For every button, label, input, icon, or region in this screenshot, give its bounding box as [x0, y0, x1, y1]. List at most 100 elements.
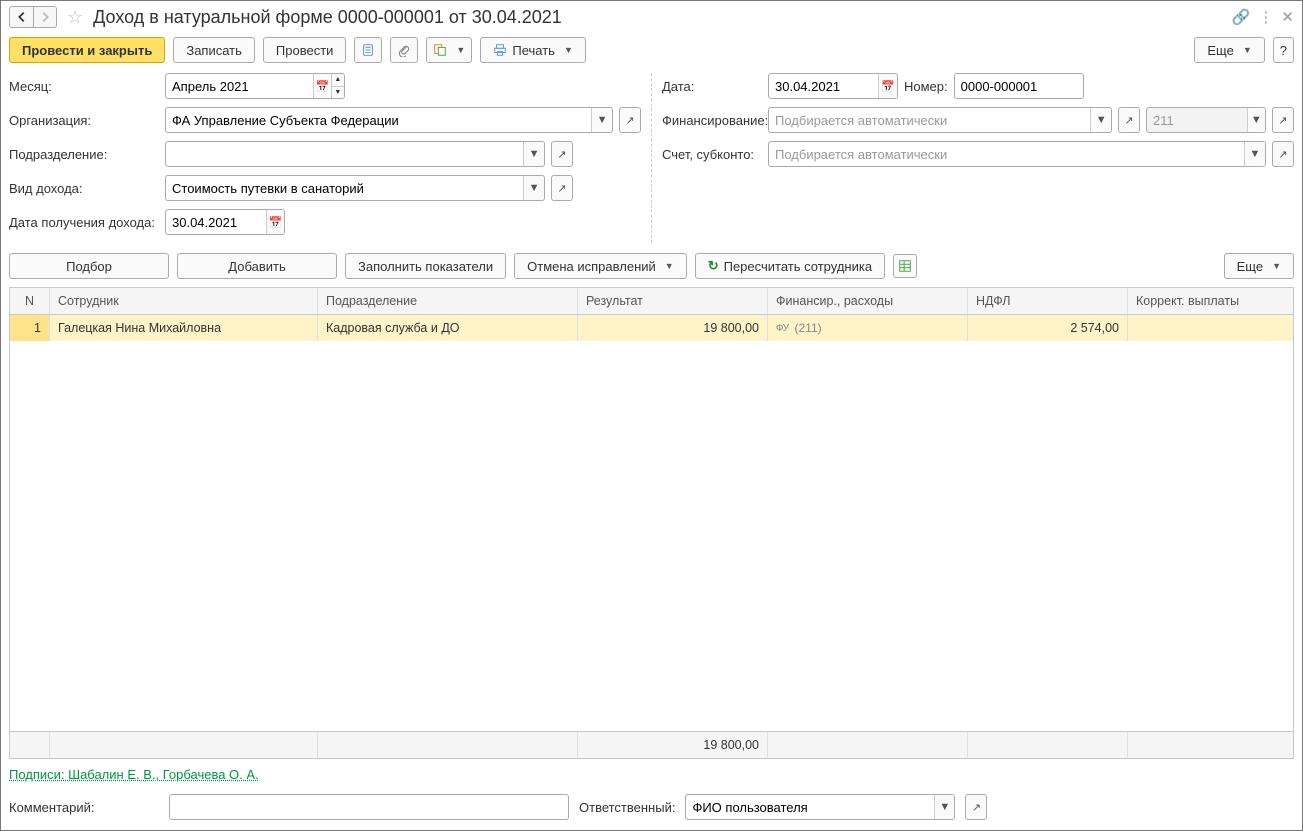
create-based-on-button[interactable]: ▼: [426, 37, 472, 63]
favorite-star-icon[interactable]: ☆: [67, 7, 83, 28]
arrow-right-icon: [38, 10, 52, 24]
print-button[interactable]: Печать ▼: [480, 37, 586, 63]
chevron-down-icon: ▼: [456, 45, 465, 55]
dropdown-button[interactable]: ▼: [1244, 142, 1265, 166]
chevron-down-icon: ▼: [564, 45, 573, 55]
cell-tax[interactable]: 2 574,00: [968, 315, 1128, 341]
cancel-corrections-button[interactable]: Отмена исправлений ▼: [514, 253, 687, 279]
employee-grid[interactable]: N Сотрудник Подразделение Результат Фина…: [9, 287, 1294, 759]
org-input[interactable]: [166, 108, 591, 132]
dropdown-button: ▼: [1247, 108, 1265, 132]
open-ref-button[interactable]: ↗: [1272, 141, 1294, 167]
cell-fin-code: (211): [795, 321, 822, 335]
chevron-down-icon: ▼: [1243, 45, 1252, 55]
table-settings-button[interactable]: [893, 254, 917, 278]
paperclip-icon: [397, 43, 411, 57]
dropdown-button[interactable]: ▼: [934, 795, 954, 819]
month-down-button[interactable]: ▼: [332, 87, 344, 99]
dept-input[interactable]: [166, 142, 523, 166]
table-row[interactable]: 1 Галецкая Нина Михайловна Кадровая служ…: [10, 315, 1293, 341]
nav-back-button[interactable]: [9, 6, 33, 28]
more-button[interactable]: Еще ▼: [1194, 37, 1264, 63]
income-type-input[interactable]: [166, 176, 523, 200]
income-type-label: Вид дохода:: [9, 181, 159, 196]
col-header-n[interactable]: N: [10, 288, 50, 314]
cancel-corrections-label: Отмена исправлений: [527, 259, 656, 274]
cell-fin-tag: ФУ: [776, 323, 789, 334]
financing-input[interactable]: [769, 108, 1090, 132]
more-button-label: Еще: [1207, 43, 1233, 58]
responsible-input[interactable]: [686, 795, 934, 819]
account-input[interactable]: [769, 142, 1244, 166]
open-ref-button[interactable]: ↗: [551, 141, 573, 167]
arrow-left-icon: [15, 10, 29, 24]
comment-input[interactable]: [170, 795, 568, 819]
dept-label: Подразделение:: [9, 147, 159, 162]
dropdown-button[interactable]: ▼: [523, 142, 544, 166]
link-icon[interactable]: 🔗: [1232, 8, 1251, 26]
calendar-icon[interactable]: 📅: [878, 74, 897, 98]
month-input[interactable]: [166, 74, 313, 98]
date-label: Дата:: [662, 79, 762, 94]
responsible-label: Ответственный:: [579, 800, 675, 815]
chevron-down-icon: ▼: [1272, 261, 1281, 271]
financing-code-input: [1147, 108, 1247, 132]
post-and-close-button[interactable]: Провести и закрыть: [9, 37, 165, 63]
col-header-dep[interactable]: Подразделение: [318, 288, 578, 314]
post-button[interactable]: Провести: [263, 37, 347, 63]
nav-forward-button[interactable]: [33, 6, 57, 28]
report-button[interactable]: [354, 37, 382, 63]
number-label: Номер:: [904, 79, 948, 94]
account-label: Счет, субконто:: [662, 147, 762, 162]
col-header-res[interactable]: Результат: [578, 288, 768, 314]
col-header-fin[interactable]: Финансир., расходы: [768, 288, 968, 314]
month-up-button[interactable]: ▲: [332, 74, 344, 87]
dropdown-button[interactable]: ▼: [591, 108, 612, 132]
grid-settings-icon: [898, 259, 912, 273]
copy-plus-icon: [433, 43, 447, 57]
income-date-input[interactable]: [166, 210, 266, 234]
add-button[interactable]: Добавить: [177, 253, 337, 279]
print-button-label: Печать: [512, 43, 555, 58]
recalc-employee-button[interactable]: ↻ Пересчитать сотрудника: [695, 253, 885, 279]
col-header-emp[interactable]: Сотрудник: [50, 288, 318, 314]
close-icon[interactable]: ✕: [1281, 8, 1294, 26]
calendar-icon[interactable]: 📅: [266, 210, 284, 234]
fill-indicators-button[interactable]: Заполнить показатели: [345, 253, 506, 279]
open-ref-button[interactable]: ↗: [551, 175, 573, 201]
table-more-label: Еще: [1237, 259, 1263, 274]
printer-icon: [493, 43, 507, 57]
table-more-button[interactable]: Еще ▼: [1224, 253, 1294, 279]
open-ref-button[interactable]: ↗: [619, 107, 641, 133]
cell-cor[interactable]: [1128, 315, 1293, 341]
pick-button[interactable]: Подбор: [9, 253, 169, 279]
number-input[interactable]: [955, 74, 1083, 98]
open-ref-button[interactable]: ↗: [1272, 107, 1294, 133]
dropdown-button[interactable]: ▼: [1090, 108, 1111, 132]
org-label: Организация:: [9, 113, 159, 128]
dropdown-button[interactable]: ▼: [523, 176, 544, 200]
month-label: Месяц:: [9, 79, 159, 94]
income-date-label: Дата получения дохода:: [9, 215, 159, 230]
cell-n: 1: [10, 315, 50, 341]
cell-emp[interactable]: Галецкая Нина Михайловна: [50, 315, 318, 341]
open-ref-button[interactable]: ↗: [965, 794, 987, 820]
date-input[interactable]: [769, 74, 878, 98]
cell-res[interactable]: 19 800,00: [578, 315, 768, 341]
calendar-icon[interactable]: 📅: [313, 74, 331, 98]
save-button[interactable]: Записать: [173, 37, 255, 63]
window-title: Доход в натуральной форме 0000-000001 от…: [93, 7, 1226, 28]
chevron-down-icon: ▼: [665, 261, 674, 271]
cell-dep[interactable]: Кадровая служба и ДО: [318, 315, 578, 341]
attach-button[interactable]: [390, 37, 418, 63]
document-icon: [361, 43, 375, 57]
col-header-tax[interactable]: НДФЛ: [968, 288, 1128, 314]
comment-label: Комментарий:: [9, 800, 159, 815]
recalc-employee-label: Пересчитать сотрудника: [724, 259, 872, 274]
open-ref-button[interactable]: ↗: [1118, 107, 1140, 133]
help-button[interactable]: ?: [1273, 37, 1294, 63]
cell-fin[interactable]: ФУ (211): [768, 315, 968, 341]
col-header-cor[interactable]: Коррект. выплаты: [1128, 288, 1293, 314]
signatures-link[interactable]: Подписи: Шабалин Е. В., Горбачева О. А.: [9, 767, 259, 782]
kebab-menu-icon[interactable]: ⋮: [1258, 8, 1273, 26]
